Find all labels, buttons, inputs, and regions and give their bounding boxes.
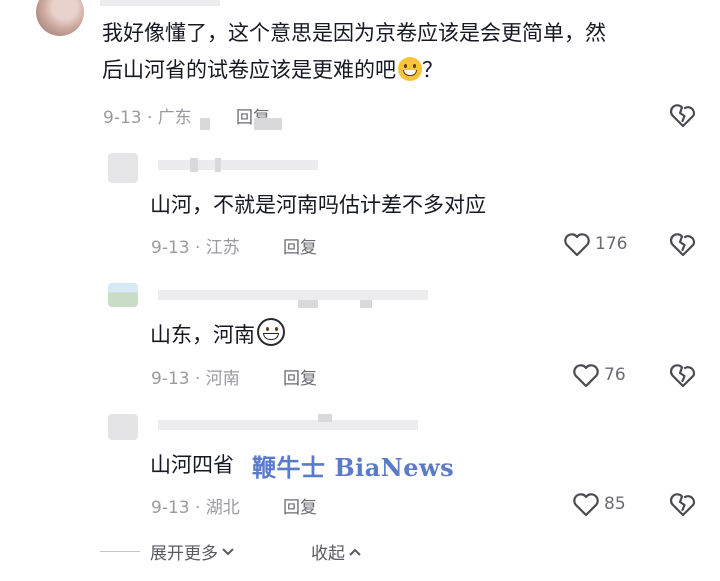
dislike-button[interactable] — [669, 362, 697, 388]
expand-more-label: 展开更多 — [150, 544, 218, 564]
dislike-button[interactable] — [669, 491, 697, 517]
broken-heart-icon — [669, 233, 696, 257]
blurred-text — [254, 118, 282, 130]
reply-date-location: 9-13 · 江苏 — [151, 238, 240, 258]
heart-icon — [564, 233, 590, 257]
watermark: 鞭牛士 BiaNews — [252, 453, 455, 482]
expand-more-button[interactable]: 展开更多 — [150, 539, 235, 564]
comment-text: 我好像懂了，这个意思是因为京卷应该是会更简单，然 后山河省的试卷应该是更难的吧？ — [102, 21, 606, 82]
broken-heart-icon — [669, 493, 696, 517]
blurred-text — [215, 158, 221, 172]
reply-date-location: 9-13 · 河南 — [151, 369, 240, 389]
avatar[interactable] — [36, 0, 84, 36]
dislike-button[interactable] — [669, 231, 697, 257]
blurred-text — [360, 300, 372, 308]
blurred-text — [298, 300, 318, 308]
reply-button[interactable]: 回复 — [283, 493, 317, 518]
grinning-emoji-icon — [398, 57, 422, 81]
reply-button[interactable]: 回复 — [283, 233, 317, 258]
reply-text: 山东，河南 — [150, 317, 285, 354]
reply-date-location: 9-13 · 湖北 — [151, 498, 240, 518]
reply-author-name[interactable] — [158, 290, 428, 300]
like-button[interactable]: 85 — [572, 491, 626, 517]
like-count: 85 — [604, 494, 626, 514]
chevron-up-icon — [349, 548, 361, 556]
dislike-button[interactable] — [669, 102, 697, 128]
like-count: 176 — [595, 234, 628, 254]
author-name[interactable] — [100, 0, 220, 6]
heart-icon — [573, 364, 599, 388]
reply-author-name[interactable] — [158, 160, 318, 170]
collapse-button[interactable]: 收起 — [311, 539, 362, 564]
blurred-text — [318, 414, 332, 422]
like-count: 76 — [604, 365, 626, 385]
heart-icon — [573, 493, 599, 517]
like-button[interactable]: 176 — [563, 231, 627, 257]
divider — [100, 551, 140, 552]
blurred-text — [200, 118, 210, 130]
chevron-down-icon — [222, 547, 234, 555]
collapse-label: 收起 — [311, 544, 345, 564]
blurred-text — [190, 158, 198, 172]
avatar[interactable] — [108, 414, 138, 440]
reply-button[interactable]: 回复 — [283, 364, 317, 389]
grin-emoji-icon — [257, 318, 285, 346]
broken-heart-icon — [669, 104, 696, 128]
comment-date-location: 9-13 · 广东 — [103, 108, 192, 128]
like-button[interactable]: 76 — [572, 362, 626, 388]
reply-text: 山河四省 — [150, 453, 234, 477]
avatar[interactable] — [108, 153, 138, 183]
reply-author-name[interactable] — [158, 420, 418, 430]
reply-text: 山河，不就是河南吗估计差不多对应 — [150, 193, 486, 217]
avatar[interactable] — [108, 283, 138, 307]
broken-heart-icon — [669, 364, 696, 388]
